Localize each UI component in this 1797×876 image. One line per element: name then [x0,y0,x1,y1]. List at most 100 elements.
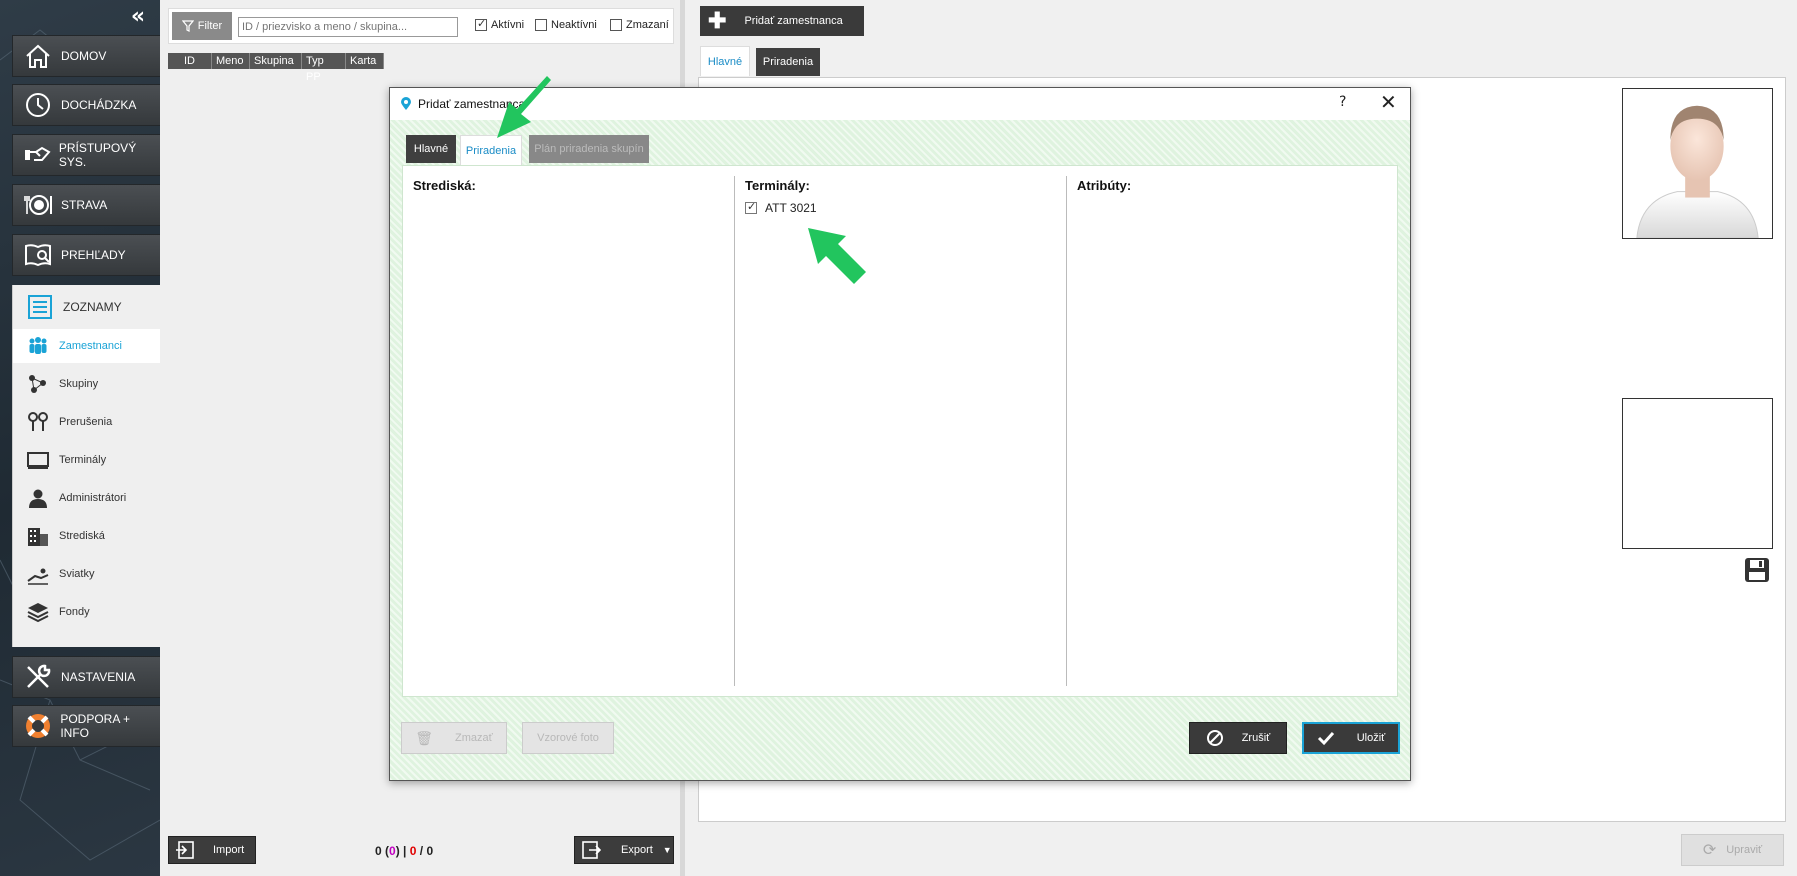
funds-icon [27,601,49,623]
nav-item-nastavenia[interactable]: NASTAVENIA [12,656,160,698]
sidebar-item-zamestnanci[interactable]: Zamestnanci [13,329,160,363]
column-skupina[interactable]: Skupina [250,53,302,69]
cancel-label: Zrušiť [1241,732,1271,744]
column-meno[interactable]: Meno [212,53,250,69]
import-button[interactable]: Import [168,836,256,864]
submenu-zoznamy: ZOZNAMY Zamestnanci Skupiny Prerušenia T… [12,285,160,647]
sidebar-item-terminaly[interactable]: Terminály [13,443,160,477]
nav-item-label: DOCHÁDZKA [61,98,137,112]
count-all: 0 [426,844,434,858]
checkbox-aktivni[interactable]: Aktívni [475,17,524,31]
sidebar-item-label: Administrátori [59,492,127,504]
checkbox-label: Neaktívni [551,19,597,31]
delete-button[interactable]: 🗑 Zmazať [401,722,507,754]
terminal-checkbox-att-3021[interactable]: ATT 3021 [745,200,817,215]
signature-box[interactable] [1622,398,1773,549]
filter-button[interactable]: Filter [172,12,232,40]
nav-item-dochadzka[interactable]: DOCHÁDZKA [12,84,160,126]
dialog-content: Hlavné Priradenia Plán priradenia skupín… [390,120,1410,780]
nav-item-prehlady[interactable]: PREHĽADY [12,234,160,276]
attributes-title: Atribúty: [1077,178,1132,193]
list-icon [27,294,53,320]
export-button[interactable]: Export ▼ [574,836,674,864]
nav-item-strava[interactable]: STRAVA [12,184,160,226]
count-selected: 0 [389,844,396,858]
dialog-tab-hlavne[interactable]: Hlavné [406,135,456,163]
lifebuoy-icon [21,709,54,743]
search-input[interactable] [238,17,458,37]
edit-label: Upraviť [1726,844,1763,856]
employee-photo[interactable] [1622,88,1773,239]
nav-item-label: STRAVA [61,198,108,212]
groups-icon [27,373,49,395]
export-dropdown-icon[interactable]: ▼ [663,845,672,855]
holidays-icon [27,563,49,585]
nav-item-label: PODPORA + INFO [60,712,131,740]
tab-priradenia[interactable]: Priradenia [756,48,820,76]
record-count: 0 (0) | 0 / 0 [375,844,434,858]
employees-icon [27,335,49,357]
nav-item-podpora[interactable]: PODPORA + INFO [12,705,160,747]
save-button[interactable]: Uložiť [1302,722,1400,754]
sample-photo-button[interactable]: Vzorové foto [522,722,614,754]
assignments-panel: Strediská: Terminály: ATT 3021 Atribúty: [402,165,1398,697]
filter-label: Filter [197,20,223,32]
nav-item-label: PREHĽADY [61,248,126,262]
access-icon [21,138,53,172]
add-employee-label: Pridať zamestnanca [744,15,843,27]
sidebar: « DOMOV DOCHÁDZKA PRÍSTUPOVÝ SYS. STRAVA… [0,0,160,876]
tools-icon [21,660,55,694]
nav-item-pristupovy[interactable]: PRÍSTUPOVÝ SYS. [12,134,160,176]
terminals-title: Terminály: [745,178,810,193]
sidebar-item-sviatky[interactable]: Sviatky [13,557,160,591]
save-icon[interactable] [1744,557,1770,583]
sidebar-item-skupiny[interactable]: Skupiny [13,367,160,401]
export-icon [582,841,601,859]
sidebar-item-label: Zamestnanci [59,340,122,352]
checkbox-box[interactable] [475,17,487,31]
sidebar-item-label: Strediská [59,530,105,542]
annotation-arrow-icon [808,228,866,284]
filter-icon [181,20,194,32]
sidebar-item-strediska[interactable]: Strediská [13,519,160,553]
checkbox-zmazani[interactable]: Zmazaní [610,19,669,31]
checkbox-box[interactable] [745,200,757,214]
terminal-icon [27,449,49,471]
help-button[interactable]: ? [1339,94,1346,110]
sidebar-item-fondy[interactable]: Fondy [13,595,160,629]
checkbox-box[interactable] [610,19,622,31]
sidebar-item-label: Terminály [59,454,107,466]
terminal-label: ATT 3021 [765,201,817,215]
import-icon [176,841,194,859]
filter-bar: Filter Aktívni Neaktívni Zmazaní [168,8,674,44]
meal-icon [21,188,55,222]
edit-button[interactable]: ⟳ Upraviť [1681,834,1784,866]
location-pin-icon [401,97,411,110]
cancel-button[interactable]: Zrušiť [1189,722,1287,754]
checkmark-icon [1317,731,1334,746]
close-icon[interactable]: ✕ [1380,90,1397,114]
table-header: ID Meno Skupina Typ PP Karta [168,53,384,83]
nav-item-domov[interactable]: DOMOV [12,35,160,77]
add-employee-button[interactable]: ✚ Pridať zamestnanca [700,6,864,36]
checkbox-box[interactable] [535,19,547,31]
tab-hlavne[interactable]: Hlavné [700,46,750,76]
collapse-sidebar-icon[interactable]: « [126,6,150,28]
sidebar-item-label: Prerušenia [59,416,113,428]
terminals-column: Terminály: ATT 3021 [735,166,1065,686]
reports-icon [21,238,55,272]
count-marked: 0 [409,844,417,858]
submenu-header-label: ZOZNAMY [63,300,122,314]
trash-icon: 🗑 [415,729,434,746]
count-total: 0 [375,844,382,858]
submenu-header[interactable]: ZOZNAMY [13,285,160,329]
sidebar-item-administratori[interactable]: Administrátori [13,481,160,515]
home-icon [21,39,55,73]
sidebar-item-prerusenia[interactable]: Prerušenia [13,405,160,439]
column-karta[interactable]: Karta [346,53,384,69]
add-employee-dialog: Pridať zamestnanca ? ✕ Hlavné Priradenia… [389,87,1411,781]
column-id[interactable]: ID [168,53,212,69]
delete-label: Zmazať [455,732,493,744]
column-typ-pp[interactable]: Typ PP [302,53,346,83]
checkbox-neaktivni[interactable]: Neaktívni [535,19,597,31]
